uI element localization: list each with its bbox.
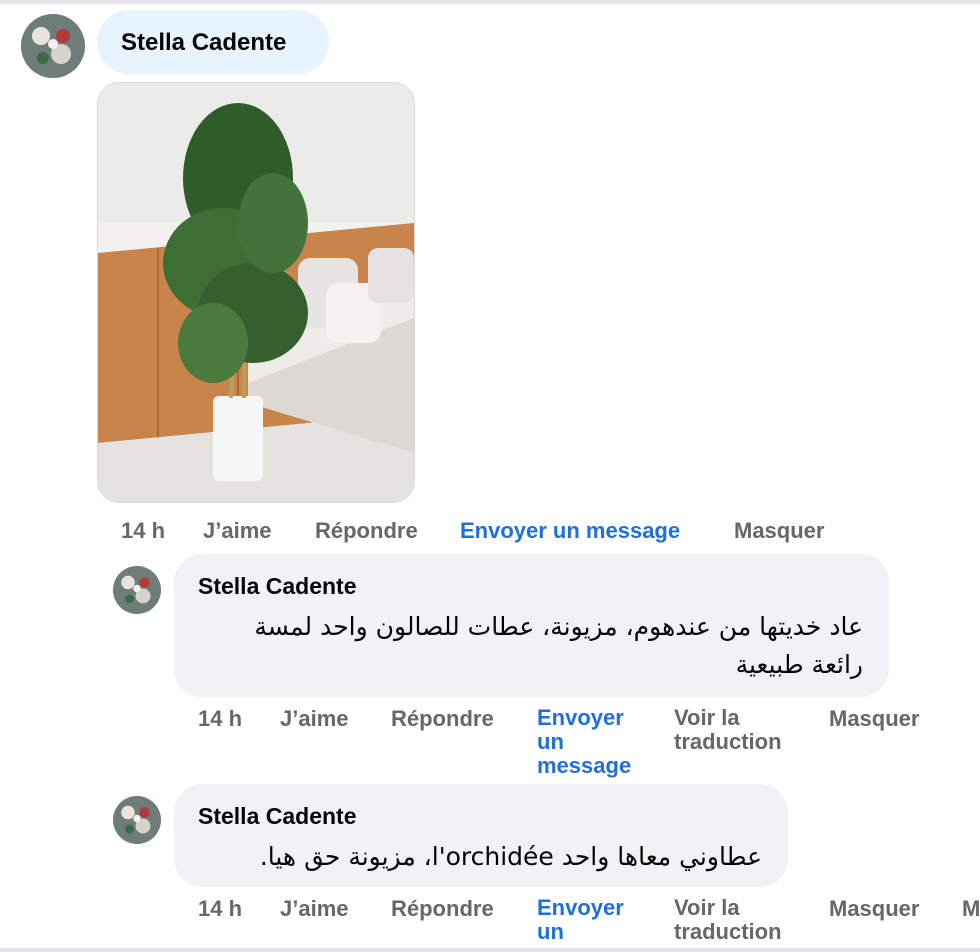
- reply-author-name[interactable]: Stella Cadente: [198, 573, 357, 600]
- see-translation-link[interactable]: Voir la traduction: [674, 896, 804, 944]
- send-message-link[interactable]: Envoyer un: [537, 896, 637, 944]
- reply-button[interactable]: Répondre: [391, 896, 494, 922]
- post-author-bubble: Stella Cadente: [97, 10, 329, 74]
- top-divider: [0, 0, 980, 4]
- reply-button[interactable]: Répondre: [391, 706, 494, 732]
- reply-author-name[interactable]: Stella Cadente: [198, 803, 357, 830]
- bottom-divider: [0, 948, 980, 952]
- hide-button[interactable]: Masquer: [829, 706, 919, 732]
- like-button[interactable]: J’aime: [280, 706, 349, 732]
- send-message-link[interactable]: Envoyer un message: [537, 706, 647, 778]
- see-translation-link[interactable]: Voir la traduction: [674, 706, 804, 754]
- send-message-link[interactable]: Envoyer un message: [460, 518, 680, 544]
- hide-button[interactable]: Masquer: [829, 896, 919, 922]
- post-author-name[interactable]: Stella Cadente: [121, 29, 286, 57]
- reply-button[interactable]: Répondre: [315, 518, 418, 544]
- hide-button[interactable]: Masquer: [734, 518, 824, 544]
- reply-bubble: Stella Cadente عطاوني معاها واحد l'orchi…: [174, 784, 788, 887]
- post-timestamp[interactable]: 14 h: [121, 518, 165, 544]
- reply-text: عاد خديتها من عندهوم، مزيونة، عطات للصال…: [254, 612, 863, 679]
- post-photo[interactable]: [97, 82, 415, 503]
- overflow-action-partial[interactable]: M: [962, 896, 980, 922]
- reply-timestamp[interactable]: 14 h: [198, 896, 242, 922]
- like-button[interactable]: J’aime: [203, 518, 272, 544]
- like-button[interactable]: J’aime: [280, 896, 349, 922]
- reply-avatar[interactable]: [113, 566, 161, 614]
- author-avatar[interactable]: [21, 14, 85, 78]
- reply-text: عطاوني معاها واحد l'orchidée، مزيونة حق …: [259, 842, 762, 871]
- reply-avatar[interactable]: [113, 796, 161, 844]
- reply-bubble: Stella Cadente عاد خديتها من عندهوم، مزي…: [174, 554, 889, 697]
- reply-timestamp[interactable]: 14 h: [198, 706, 242, 732]
